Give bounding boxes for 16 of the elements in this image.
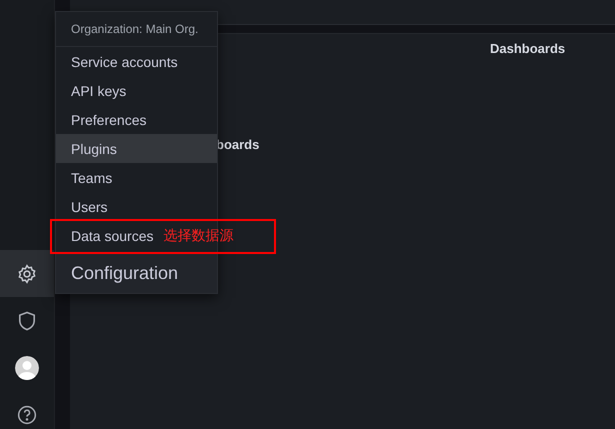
- section-heading: Dashboards: [490, 41, 566, 56]
- menu-item[interactable]: Preferences: [56, 105, 150, 134]
- settings-icon: [17, 264, 37, 284]
- menu-item[interactable]: API keys: [56, 76, 130, 105]
- avatar-icon: [15, 356, 39, 380]
- menu-header: Organization: Main Org.: [56, 12, 217, 47]
- menu-item[interactable]: Plugins: [56, 134, 217, 163]
- annotation-text: 选择数据源: [163, 226, 234, 244]
- menu-item[interactable]: Users: [56, 192, 112, 221]
- sidebar-item[interactable]: [0, 250, 54, 297]
- menu-item[interactable]: Service accounts: [56, 47, 182, 76]
- menu-title[interactable]: Configuration: [56, 253, 217, 293]
- help-icon: [17, 404, 37, 424]
- shield-icon: [18, 310, 36, 330]
- menu-item[interactable]: Data sources: [56, 221, 158, 250]
- menu-item[interactable]: Teams: [56, 163, 116, 192]
